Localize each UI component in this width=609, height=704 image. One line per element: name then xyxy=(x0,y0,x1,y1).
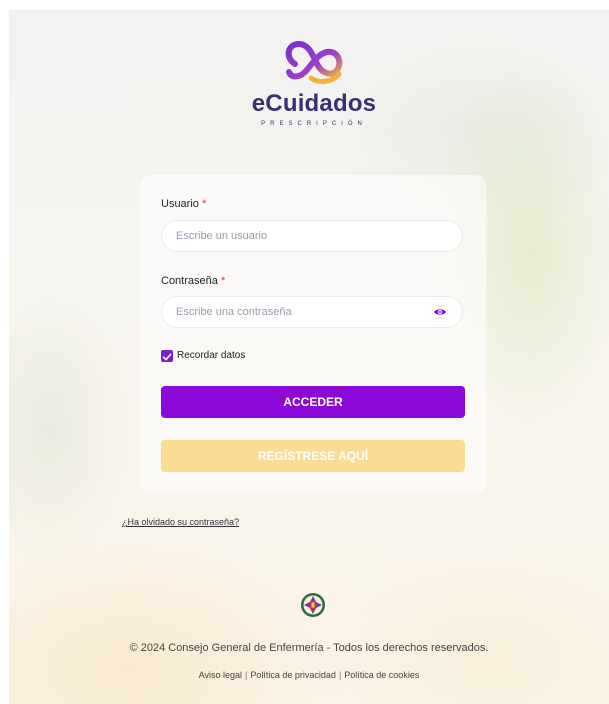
remember-checkbox[interactable] xyxy=(161,350,173,362)
legal-notice-link[interactable]: Aviso legal xyxy=(199,670,242,680)
brand-subtitle: PRESCRIPCIÓN xyxy=(261,121,367,127)
brand-name: eCuidados xyxy=(251,90,377,117)
eye-icon[interactable] xyxy=(433,307,447,317)
link-separator: | xyxy=(245,670,248,680)
check-icon xyxy=(162,353,172,361)
password-label: Contraseña * xyxy=(161,275,225,287)
username-label-text: Usuario xyxy=(161,198,199,210)
link-separator: | xyxy=(338,670,342,680)
required-mark: * xyxy=(201,198,207,210)
crest-icon xyxy=(301,593,325,617)
login-button[interactable]: ACCEDER xyxy=(161,386,465,418)
required-mark: * xyxy=(220,275,226,287)
privacy-policy-link[interactable]: Política de privacidad xyxy=(250,670,336,680)
remember-label: Recordar datos xyxy=(177,350,246,361)
login-page: eCuidados PRESCRIPCIÓN Usuario * Contras… xyxy=(9,10,609,704)
username-input[interactable] xyxy=(161,220,463,252)
copyright-text: © 2024 Consejo General de Enfermería - T… xyxy=(129,642,489,654)
ecuidados-logo-icon xyxy=(285,40,343,84)
cookie-policy-link[interactable]: Política de cookies xyxy=(344,670,419,680)
forgot-password-link[interactable]: ¿Ha olvidado su contraseña? xyxy=(122,517,239,527)
register-button[interactable]: REGÍSTRESE AQUÍ xyxy=(161,440,465,472)
password-label-text: Contraseña xyxy=(161,275,218,287)
footer-links: Aviso legal | Política de privacidad | Polít… xyxy=(9,670,609,680)
username-label: Usuario * xyxy=(161,198,206,210)
password-input[interactable] xyxy=(161,296,463,328)
